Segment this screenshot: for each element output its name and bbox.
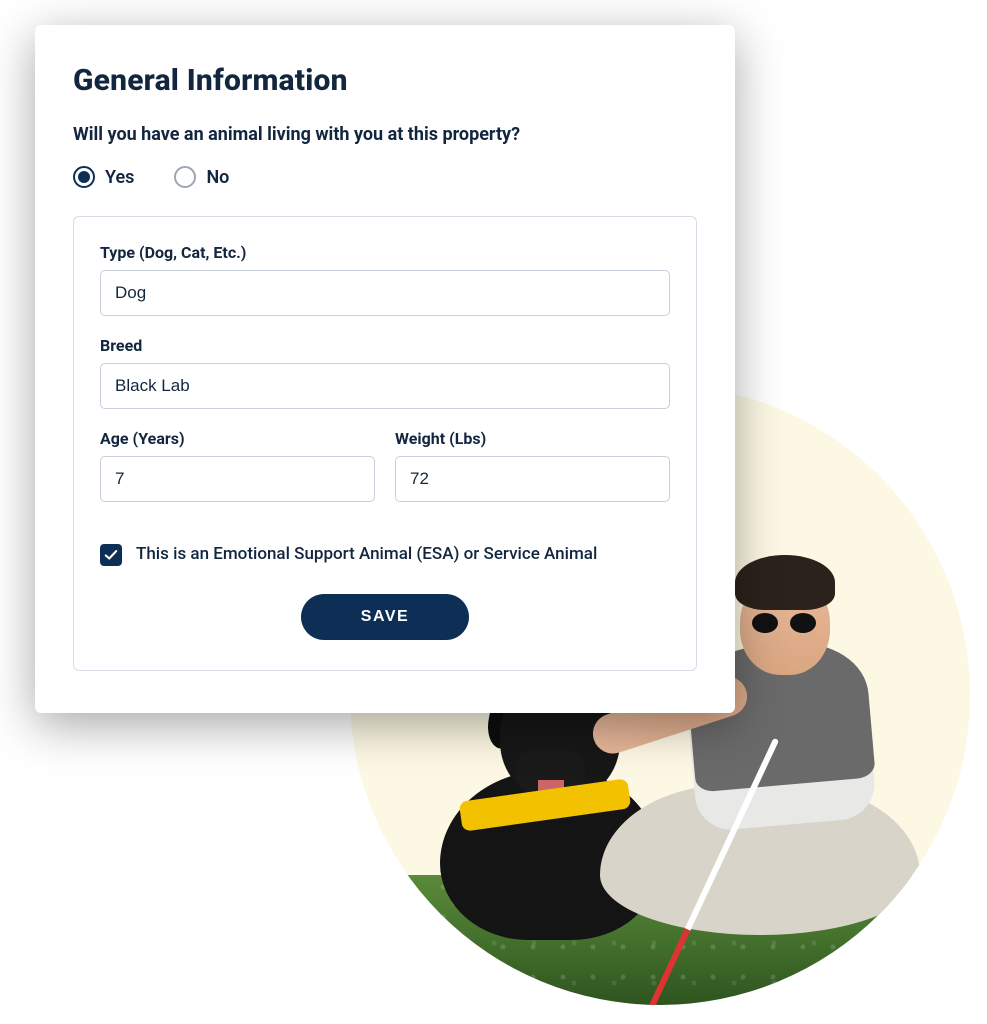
- radio-yes-label: Yes: [105, 167, 134, 188]
- radio-circle-icon: [73, 166, 95, 188]
- radio-no-label: No: [206, 167, 229, 188]
- label-age: Age (Years): [100, 429, 375, 448]
- label-breed: Breed: [100, 336, 670, 355]
- field-age: Age (Years): [100, 429, 375, 502]
- input-age[interactable]: [100, 456, 375, 502]
- esa-checkbox-row[interactable]: This is an Emotional Support Animal (ESA…: [100, 542, 670, 568]
- radio-circle-icon: [174, 166, 196, 188]
- input-breed[interactable]: [100, 363, 670, 409]
- input-weight[interactable]: [395, 456, 670, 502]
- question-text: Will you have an animal living with you …: [73, 122, 697, 148]
- radio-group-animal: Yes No: [73, 166, 697, 188]
- radio-yes[interactable]: Yes: [73, 166, 134, 188]
- animal-fieldset: Type (Dog, Cat, Etc.) Breed Age (Years) …: [73, 216, 697, 671]
- save-row: SAVE: [100, 594, 670, 640]
- save-button[interactable]: SAVE: [301, 594, 469, 640]
- page-title: General Information: [73, 63, 697, 98]
- field-weight: Weight (Lbs): [395, 429, 670, 522]
- row-age-weight: Age (Years) Weight (Lbs): [100, 429, 670, 522]
- radio-no[interactable]: No: [174, 166, 229, 188]
- label-type: Type (Dog, Cat, Etc.): [100, 243, 670, 262]
- form-card: General Information Will you have an ani…: [35, 25, 735, 713]
- field-type: Type (Dog, Cat, Etc.): [100, 243, 670, 316]
- label-weight: Weight (Lbs): [395, 429, 670, 448]
- field-breed: Breed: [100, 336, 670, 409]
- input-type[interactable]: [100, 270, 670, 316]
- checkbox-esa-label: This is an Emotional Support Animal (ESA…: [136, 542, 597, 568]
- checkbox-esa[interactable]: [100, 544, 122, 566]
- check-icon: [104, 548, 118, 562]
